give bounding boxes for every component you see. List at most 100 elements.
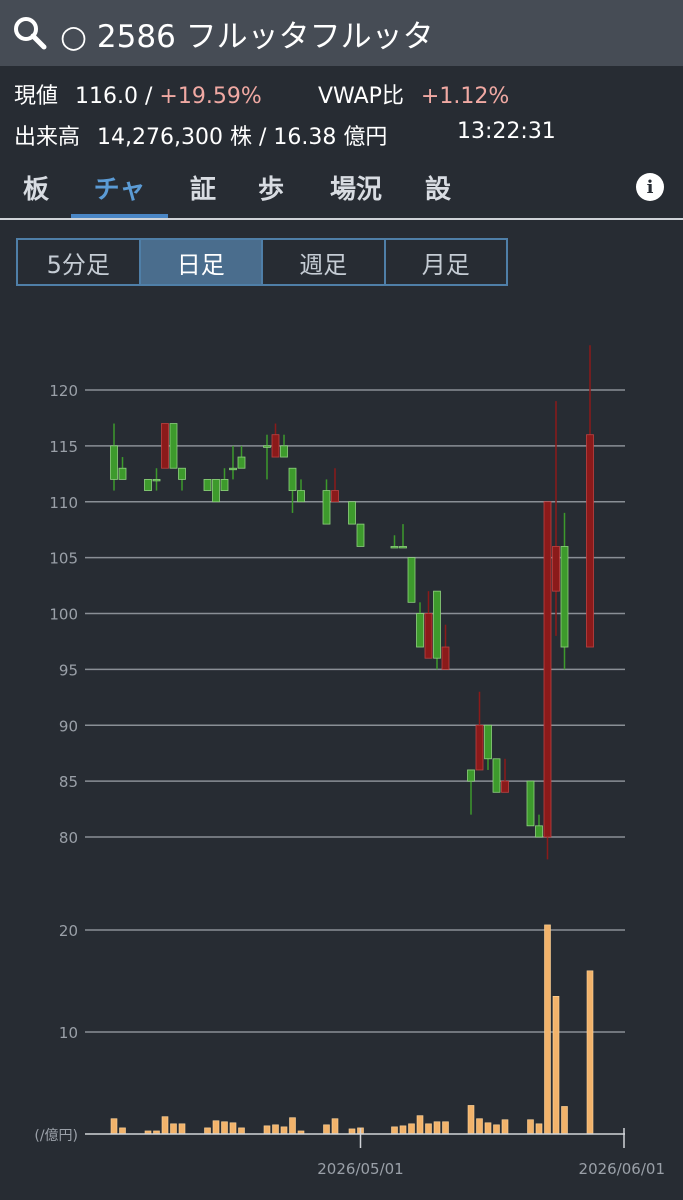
tab-certificate[interactable]: 証 bbox=[172, 158, 234, 216]
candle-body bbox=[484, 724, 492, 760]
search-icon[interactable] bbox=[12, 15, 48, 51]
candle-body bbox=[161, 423, 169, 469]
volume-bar bbox=[161, 1116, 169, 1135]
candle-body bbox=[356, 523, 365, 547]
volume-axis-label: (/億円) bbox=[34, 1128, 78, 1144]
volume-bar bbox=[289, 1117, 296, 1135]
volume-bar bbox=[170, 1123, 177, 1135]
price-value: 116.0 bbox=[75, 84, 138, 109]
candle-body bbox=[586, 434, 594, 648]
volume-bar bbox=[416, 1115, 424, 1135]
info-icon[interactable]: i bbox=[636, 173, 664, 201]
candle-body bbox=[212, 478, 220, 503]
volume-bar bbox=[544, 924, 551, 1135]
volume-bar bbox=[263, 1125, 271, 1135]
volume-bar bbox=[467, 1105, 475, 1135]
candle-body bbox=[178, 467, 186, 480]
candle-body bbox=[169, 423, 178, 469]
volume-bar bbox=[501, 1119, 509, 1135]
candle-body bbox=[390, 546, 399, 549]
candle-body bbox=[348, 501, 356, 525]
volume-bar bbox=[476, 1118, 483, 1135]
candle-body bbox=[560, 546, 569, 648]
candle-body bbox=[322, 490, 331, 525]
period-monthly-button[interactable]: 月足 bbox=[386, 240, 507, 284]
tab-divider bbox=[0, 218, 683, 220]
period-daily-button[interactable]: 日足 bbox=[140, 240, 263, 284]
volume-bar bbox=[391, 1126, 398, 1135]
tab-tick[interactable]: 歩 bbox=[240, 158, 302, 216]
candle-body bbox=[543, 501, 552, 838]
volume-bar bbox=[535, 1123, 543, 1135]
candle-body bbox=[237, 456, 246, 469]
price-tick-label: 85 bbox=[59, 773, 78, 791]
tab-settings[interactable]: 設 bbox=[406, 158, 470, 216]
volume-bar bbox=[527, 1119, 534, 1135]
volume-bar bbox=[552, 995, 560, 1135]
period-selector: 5分足 日足 週足 月足 bbox=[16, 238, 508, 286]
candle-body bbox=[271, 434, 280, 458]
volume-tick-label: 10 bbox=[59, 1024, 78, 1042]
price-tick-label: 95 bbox=[59, 661, 78, 679]
price-tick-label: 90 bbox=[59, 717, 78, 735]
candle-body bbox=[526, 780, 535, 827]
candle-body bbox=[220, 478, 229, 491]
x-tick-label: 2026/05/01 bbox=[317, 1160, 403, 1178]
candle-body bbox=[433, 590, 441, 659]
change-percent: +19.59% bbox=[159, 84, 262, 109]
volume-bar bbox=[348, 1128, 356, 1135]
tab-chart[interactable]: チャ bbox=[71, 158, 168, 218]
volume-bar bbox=[110, 1118, 118, 1135]
candle-body bbox=[203, 478, 212, 491]
price-tick-label: 100 bbox=[49, 606, 78, 624]
price-tick-label: 115 bbox=[49, 438, 78, 456]
volume-bar bbox=[408, 1123, 415, 1135]
volume-bar bbox=[280, 1126, 288, 1135]
candle-body bbox=[441, 646, 450, 670]
volume-bar bbox=[433, 1121, 441, 1135]
volume-bar bbox=[484, 1122, 492, 1135]
vwap-percent: +1.12% bbox=[420, 84, 510, 109]
volume-bar bbox=[425, 1123, 432, 1135]
price-tick-label: 110 bbox=[49, 494, 78, 512]
volume-bar bbox=[238, 1127, 245, 1135]
candle-body bbox=[501, 780, 509, 793]
quote-time: 13:22:31 bbox=[457, 119, 556, 144]
candle-body bbox=[467, 769, 475, 782]
volume-tick-label: 20 bbox=[59, 922, 78, 940]
candle-body bbox=[118, 467, 127, 480]
candle-body bbox=[416, 613, 424, 648]
candle-body bbox=[492, 758, 501, 793]
tab-market[interactable]: 場況 bbox=[314, 158, 398, 216]
volume-bar bbox=[323, 1124, 330, 1135]
candle-body bbox=[297, 490, 305, 503]
price-chart: 120 115 110 105 100 95 90 85 80 20 10 (/億円) 2026/05/… bbox=[34, 345, 665, 1178]
volume-bar bbox=[272, 1124, 279, 1135]
volume-bar bbox=[221, 1121, 228, 1135]
candle-body bbox=[331, 490, 339, 503]
volume-bar bbox=[399, 1125, 407, 1135]
candle-body bbox=[399, 546, 407, 549]
vwap-label: VWAP比 bbox=[318, 84, 404, 109]
volume-bar bbox=[561, 1106, 568, 1135]
candle-body bbox=[229, 467, 237, 471]
candle-body bbox=[552, 546, 560, 592]
candle-body bbox=[288, 467, 297, 491]
tab-board[interactable]: 板 bbox=[4, 158, 68, 216]
price-separator: / bbox=[145, 84, 153, 109]
candle-body bbox=[263, 445, 271, 448]
tab-bar: 板 チャ 証 歩 場況 設 bbox=[0, 158, 683, 220]
vwap-row: VWAP比 +1.12% bbox=[318, 78, 509, 110]
volume-row: 出来高 14,276,300 株 / 16.38 億円 bbox=[14, 119, 387, 151]
top-bar: ○ 2586 フルッタフルッタ bbox=[0, 0, 683, 66]
x-tick-label: 2026/06/01 bbox=[579, 1160, 665, 1178]
candle-body bbox=[280, 445, 288, 458]
price-label: 現値 bbox=[14, 84, 59, 109]
candle-body bbox=[110, 445, 118, 480]
stock-title: ○ 2586 フルッタフルッタ bbox=[60, 18, 434, 55]
period-5min-button[interactable]: 5分足 bbox=[18, 240, 141, 284]
period-weekly-button[interactable]: 週足 bbox=[263, 240, 386, 284]
price-tick-label: 120 bbox=[49, 382, 78, 400]
volume-bar bbox=[212, 1120, 220, 1135]
price-tick-label: 80 bbox=[59, 829, 78, 847]
